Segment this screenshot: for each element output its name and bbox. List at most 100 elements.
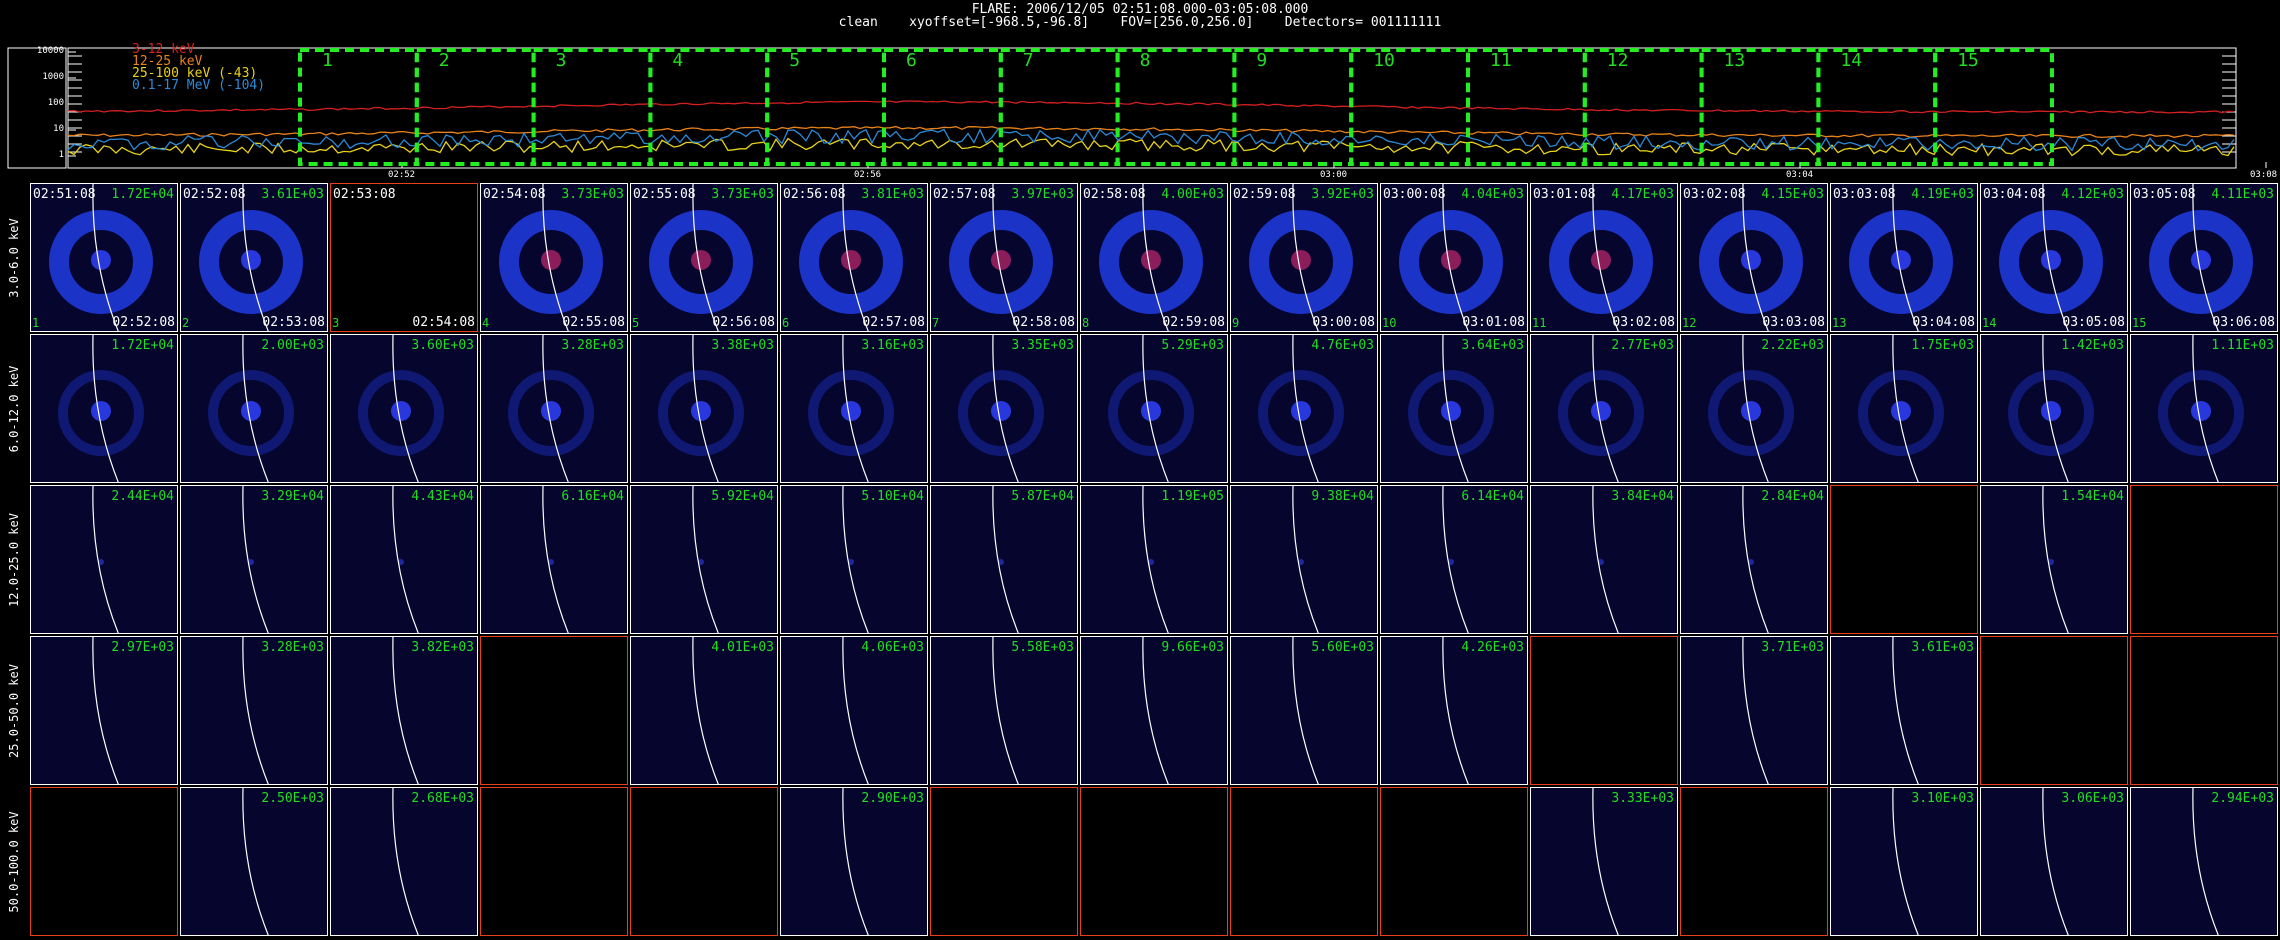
peak-value: 5.60E+03 <box>1311 640 1374 655</box>
image-cell: 5.92E+04 <box>630 485 778 634</box>
peak-value: 2.97E+03 <box>111 640 174 655</box>
image-cell <box>1530 636 1678 785</box>
image-map <box>1558 335 1644 482</box>
image-map <box>1249 184 1353 331</box>
peak-value: 1.72E+04 <box>111 187 174 202</box>
image-map <box>1892 788 1919 935</box>
image-cell: 3.29E+04 <box>180 485 328 634</box>
image-map <box>1708 335 1794 482</box>
time-start: 02:54:08 <box>483 187 546 202</box>
time-end: 02:55:08 <box>562 315 625 330</box>
interval-index: 7 <box>932 316 940 330</box>
image-cell: 3.10E+03 <box>1830 787 1978 936</box>
interval-box <box>882 48 1003 166</box>
interval-index: 9 <box>1232 316 1240 330</box>
time-end: 02:58:08 <box>1012 315 1075 330</box>
lightcurve-series <box>67 137 2235 157</box>
image-cell: 4.26E+03 <box>1380 636 1528 785</box>
image-map <box>242 486 269 633</box>
image-map <box>1742 486 1769 633</box>
image-cell: 02:53:08 02:54:08 3 <box>330 183 478 332</box>
row-label-text: 25.0-50.0 keV <box>7 664 21 758</box>
row-label: 3.0-6.0 keV <box>0 183 28 333</box>
peak-value: 2.68E+03 <box>411 791 474 806</box>
interval-number: 6 <box>906 50 917 71</box>
image-cell: 02:56:08 02:57:08 6 3.81E+03 <box>780 183 928 332</box>
peak-value: 9.66E+03 <box>1161 640 1224 655</box>
row-label-text: 50.0-100.0 keV <box>7 811 21 913</box>
image-cell: 4.01E+03 <box>630 636 778 785</box>
time-end: 03:02:08 <box>1612 315 1675 330</box>
image-cell: 4.76E+03 <box>1230 334 1378 483</box>
image-cell: 1.42E+03 <box>1980 334 2128 483</box>
interval-index: 11 <box>1532 316 1547 330</box>
time-start: 03:05:08 <box>2133 187 2196 202</box>
image-map <box>692 637 719 784</box>
peak-value: 3.61E+03 <box>261 187 324 202</box>
row-label: 6.0-12.0 keV <box>0 334 28 484</box>
time-end: 02:59:08 <box>1162 315 1225 330</box>
image-cell: 02:54:08 02:55:08 4 3.73E+03 <box>480 183 628 332</box>
peak-value: 3.28E+03 <box>561 338 624 353</box>
peak-value: 3.73E+03 <box>711 187 774 202</box>
image-cell: 9.66E+03 <box>1080 636 1228 785</box>
image-cell: 9.38E+04 <box>1230 485 1378 634</box>
peak-value: 3.81E+03 <box>861 187 924 202</box>
row-label: 25.0-50.0 keV <box>0 636 28 786</box>
image-cell: 4.06E+03 <box>780 636 928 785</box>
peak-value: 3.10E+03 <box>1911 791 1974 806</box>
peak-value: 3.61E+03 <box>1911 640 1974 655</box>
image-cell: 03:05:08 03:06:08 15 4.11E+03 <box>2130 183 2278 332</box>
time-end: 02:56:08 <box>712 315 775 330</box>
peak-value: 2.22E+03 <box>1761 338 1824 353</box>
interval-index: 2 <box>182 316 190 330</box>
image-map <box>1258 335 1344 482</box>
time-start: 02:59:08 <box>1233 187 1296 202</box>
peak-value: 3.29E+04 <box>261 489 324 504</box>
peak-value: 4.11E+03 <box>2211 187 2274 202</box>
interval-index: 3 <box>332 316 340 330</box>
time-end: 03:03:08 <box>1762 315 1825 330</box>
peak-value: 3.82E+03 <box>411 640 474 655</box>
interval-number: 3 <box>555 50 567 71</box>
peak-value: 6.16E+04 <box>561 489 624 504</box>
peak-value: 2.77E+03 <box>1611 338 1674 353</box>
row-label-text: 6.0-12.0 keV <box>7 365 21 453</box>
interval-index: 10 <box>1382 316 1397 330</box>
interval-number: 2 <box>438 50 450 71</box>
image-map <box>392 637 419 784</box>
image-map <box>49 184 153 331</box>
peak-value: 3.38E+03 <box>711 338 774 353</box>
interval-index: 1 <box>32 316 40 330</box>
image-cell: 2.84E+04 <box>1680 485 1828 634</box>
time-end: 02:53:08 <box>262 315 325 330</box>
peak-value: 2.44E+04 <box>111 489 174 504</box>
x-tick-label: 03:08 <box>2250 170 2278 180</box>
image-cell <box>930 787 1078 936</box>
image-map <box>1549 184 1653 331</box>
peak-value: 1.11E+03 <box>2211 338 2274 353</box>
interval-index: 13 <box>1832 316 1847 330</box>
image-cell: 2.50E+03 <box>180 787 328 936</box>
interval-box <box>1582 48 1704 166</box>
peak-value: 3.33E+03 <box>1611 791 1674 806</box>
x-tick-label: 02:52 <box>388 170 416 180</box>
peak-value: 2.00E+03 <box>261 338 324 353</box>
x-tick-label: 03:00 <box>1320 170 1348 180</box>
row-label-text: 3.0-6.0 keV <box>7 218 21 298</box>
image-map <box>358 335 444 482</box>
interval-index: 12 <box>1682 316 1697 330</box>
image-cell: 03:00:08 03:01:08 10 4.04E+03 <box>1380 183 1528 332</box>
peak-value: 3.06E+03 <box>2061 791 2124 806</box>
image-cell: 1.75E+03 <box>1830 334 1978 483</box>
interval-index: 5 <box>632 316 640 330</box>
image-map <box>1742 637 1769 784</box>
image-map <box>649 184 753 331</box>
image-cell: 02:55:08 02:56:08 5 3.73E+03 <box>630 183 778 332</box>
image-cell: 5.87E+04 <box>930 485 1078 634</box>
time-end: 02:52:08 <box>112 315 175 330</box>
image-map <box>1858 335 1944 482</box>
image-cell: 5.60E+03 <box>1230 636 1378 785</box>
image-cell: 02:58:08 02:59:08 8 4.00E+03 <box>1080 183 1228 332</box>
image-cell: 4.43E+04 <box>330 485 478 634</box>
